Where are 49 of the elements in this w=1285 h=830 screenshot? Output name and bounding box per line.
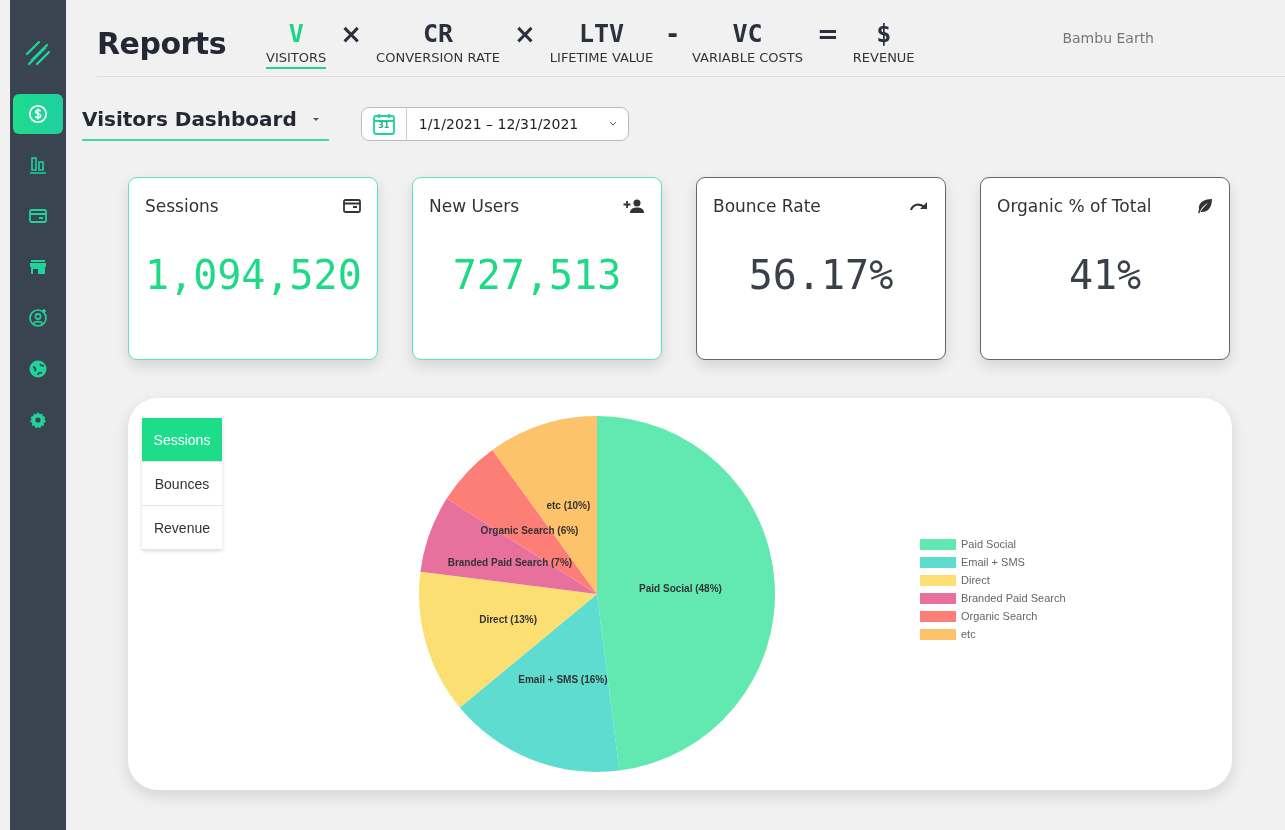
- stat-value: 41%: [1067, 252, 1143, 298]
- slice-label: Branded Paid Search (7%): [447, 556, 573, 568]
- date-range-field[interactable]: 31 1/1/2021 – 12/31/2021: [360, 107, 629, 141]
- card-icon: [28, 206, 48, 226]
- formula-tab[interactable]: V VISITORS: [266, 7, 327, 69]
- redo-arrow-icon: [909, 200, 929, 212]
- slice-label: etc (10%): [546, 499, 591, 511]
- legend-label: Organic Search: [961, 610, 1038, 622]
- formula-tab[interactable]: LTV LIFETIME VALUE: [549, 7, 654, 69]
- legend-label: Branded Paid Search: [961, 592, 1066, 604]
- stat-value: 1,094,520: [145, 252, 361, 298]
- leaf-icon: [1197, 198, 1213, 214]
- chart-tab[interactable]: Revenue: [142, 506, 222, 550]
- operator-symbol: ×: [514, 19, 536, 49]
- legend-label: Email + SMS: [961, 556, 1025, 568]
- dollar-icon: [28, 104, 48, 124]
- dashboard-dropdown[interactable]: Visitors Dashboard: [82, 107, 329, 141]
- operator-symbol: -: [667, 19, 678, 49]
- chevron-icon: [607, 121, 618, 127]
- formula-tab[interactable]: VC VARIABLE COSTS: [692, 7, 803, 69]
- formula-tab[interactable]: CR CONVERSION RATE: [376, 7, 500, 69]
- legend-label: Paid Social: [961, 538, 1017, 550]
- card-title: New Users: [429, 196, 520, 216]
- logo-icon: [23, 38, 53, 68]
- user-circle-icon: [28, 308, 48, 328]
- browser-window-icon: [343, 199, 361, 213]
- slice-label: Organic Search (6%): [480, 524, 579, 536]
- legend-label: etc: [961, 628, 976, 640]
- formula-tab[interactable]: $ REVENUE: [852, 7, 915, 69]
- slice-label: Direct (13%): [479, 613, 537, 625]
- slice-label: Email + SMS (16%): [518, 674, 608, 686]
- stat-value: 727,513: [451, 252, 623, 298]
- legend-label: Direct: [961, 574, 990, 586]
- operator-symbol: =: [817, 19, 839, 49]
- card-title: Organic % of Total: [997, 196, 1152, 216]
- card-title: Bounce Rate: [713, 196, 821, 216]
- chart-tab[interactable]: Bounces: [142, 462, 222, 506]
- operator-symbol: ×: [340, 19, 363, 49]
- settings-icon: [28, 410, 48, 430]
- store-icon: [28, 257, 48, 277]
- stat-value: 56.17%: [747, 252, 895, 298]
- account-name: Bambu Earth: [1062, 30, 1154, 46]
- nav-item-selected[interactable]: [13, 94, 63, 134]
- add-user-icon: [623, 199, 645, 213]
- slice-label: Paid Social (48%): [639, 582, 722, 594]
- card-title: Sessions: [145, 196, 219, 216]
- bar-chart-icon: [28, 155, 48, 175]
- globe-icon: [28, 359, 48, 379]
- page-title: Reports: [97, 24, 227, 61]
